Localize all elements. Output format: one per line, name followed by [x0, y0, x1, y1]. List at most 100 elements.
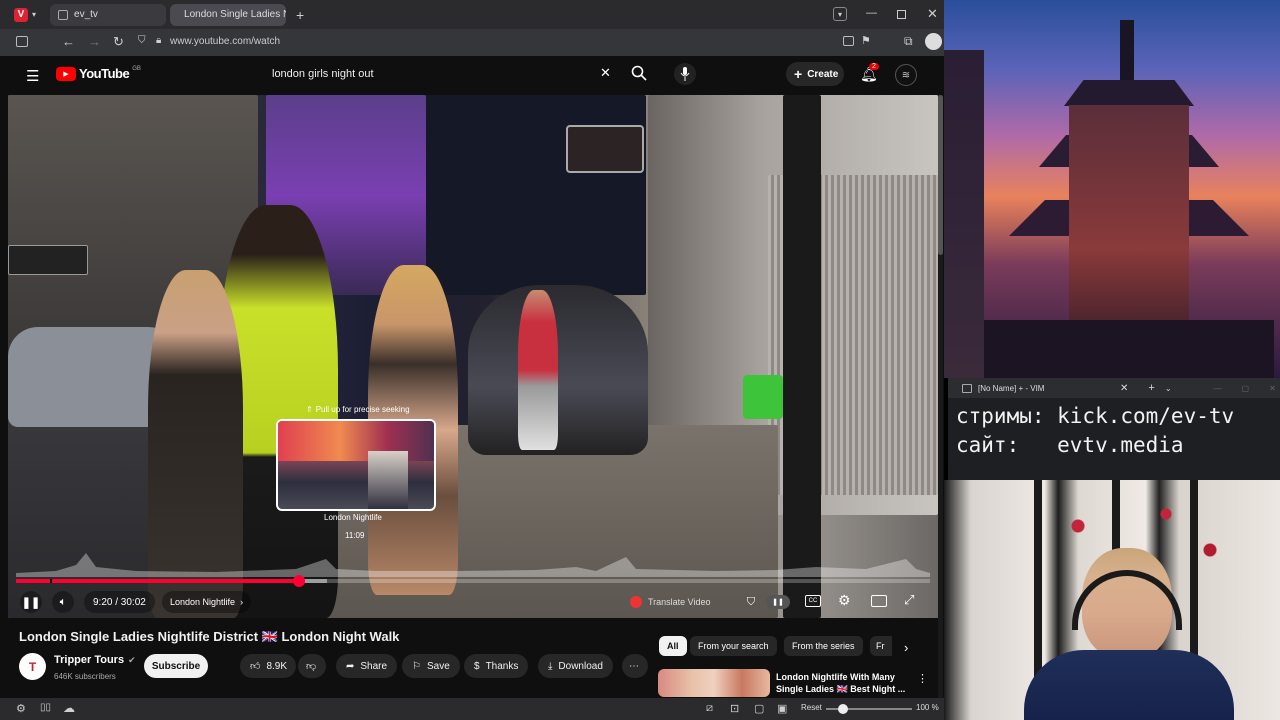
- channel-avatar[interactable]: T: [19, 653, 46, 680]
- fullscreen-icon[interactable]: ⤢: [904, 592, 914, 608]
- subscribe-label: Subscribe: [151, 660, 201, 672]
- tab-label: ev_tv: [74, 9, 98, 20]
- search-input[interactable]: london girls night out: [272, 68, 374, 80]
- pagoda-artwork: [944, 0, 1280, 378]
- zoom-reset-button[interactable]: Reset: [801, 703, 822, 712]
- download-icon: ⤓: [548, 660, 553, 672]
- vim-app-icon: [962, 383, 972, 393]
- thanks-icon: $: [474, 660, 480, 672]
- page-scrollbar[interactable]: [938, 95, 943, 698]
- subscribe-button[interactable]: Subscribe: [144, 654, 208, 678]
- create-label: Create: [807, 68, 839, 80]
- scrollbar-thumb[interactable]: [938, 95, 943, 255]
- more-actions-button[interactable]: ⋯: [622, 654, 648, 678]
- recommendation-title[interactable]: London Nightlife With Many Single Ladies…: [776, 671, 905, 695]
- progress-bar-track[interactable]: [16, 575, 930, 587]
- translate-video-button[interactable]: Translate Video: [630, 591, 711, 613]
- chevron-down-icon[interactable]: ▾: [32, 10, 36, 19]
- maximize-icon[interactable]: [897, 10, 906, 19]
- webcam-feed: [944, 480, 1280, 720]
- thanks-button[interactable]: $ Thanks: [464, 654, 529, 678]
- youtube-header: ☰ ▶ YouTube GB london girls night out ✕ …: [0, 56, 944, 94]
- settings-gear-icon[interactable]: ⚙: [838, 592, 851, 609]
- volume-button[interactable]: 🔈︎: [52, 591, 74, 613]
- pause-button[interactable]: ❚❚: [20, 591, 42, 613]
- vim-minimize-icon[interactable]: —: [1214, 384, 1222, 393]
- pagoda-left-tower: [944, 50, 984, 378]
- hover-preview-thumbnail: [276, 419, 436, 511]
- chapter-button[interactable]: London Nightlife ›: [162, 591, 252, 613]
- most-replayed-heatmap: [16, 553, 930, 577]
- capture-icon[interactable]: ⧄: [706, 702, 713, 715]
- tab-list-chevron-icon[interactable]: ▾: [833, 7, 847, 21]
- address-bar-row: ← → ↻ ⛉ 🔒︎ www.youtube.com/watch ⚑ ⧉: [0, 29, 944, 56]
- status-settings-icon[interactable]: ⚙: [16, 702, 26, 715]
- recommendation-thumbnail[interactable]: [658, 669, 770, 697]
- chip-from-series[interactable]: From the series: [784, 636, 863, 656]
- time-display-pill: 9:20 / 30:02: [84, 591, 155, 613]
- chips-next-icon[interactable]: ›: [904, 640, 908, 655]
- search-icon[interactable]: [630, 64, 648, 82]
- chip-from-search[interactable]: From your search: [690, 636, 777, 656]
- forward-icon[interactable]: →: [88, 34, 101, 49]
- tiling-icon[interactable]: ▢: [754, 702, 764, 715]
- like-button[interactable]: 👍︎ 8.9K: [240, 654, 296, 678]
- channel-avatar-icon[interactable]: ≋: [895, 64, 917, 86]
- status-window-icon[interactable]: ▯▯: [40, 702, 51, 713]
- vim-chevron-icon[interactable]: ⌄: [1165, 384, 1172, 393]
- bookmark-icon[interactable]: ⚑: [861, 34, 871, 47]
- vim-close-tab-icon[interactable]: ✕: [1120, 383, 1128, 394]
- panel-toggle-icon[interactable]: [16, 36, 28, 47]
- channel-name[interactable]: Tripper Tours: [54, 654, 124, 666]
- subscriber-count: 646K subscribers: [54, 672, 116, 681]
- minimize-icon[interactable]: —: [866, 7, 877, 19]
- scene-casino-sign: [8, 245, 88, 275]
- reader-view-icon[interactable]: [843, 36, 854, 46]
- recommendation-more-icon[interactable]: ⋮: [917, 672, 928, 685]
- plus-icon: +: [794, 66, 803, 82]
- youtube-logo[interactable]: ▶ YouTube GB: [56, 66, 141, 81]
- autoplay-toggle[interactable]: ❚❚: [766, 595, 790, 609]
- menu-icon[interactable]: ☰: [26, 67, 39, 85]
- save-button[interactable]: ⚐ Save: [402, 654, 460, 678]
- close-window-icon[interactable]: ✕: [927, 6, 938, 22]
- chip-more[interactable]: Fr: [870, 636, 892, 656]
- extensions-icon[interactable]: ⧉: [904, 34, 913, 49]
- chip-all[interactable]: All: [659, 636, 687, 656]
- vim-maximize-icon[interactable]: ▢: [1242, 384, 1250, 393]
- clear-search-icon[interactable]: ✕: [600, 65, 611, 81]
- tab-youtube-video[interactable]: London Single Ladies Nigh: [170, 3, 287, 26]
- page-actions-icon[interactable]: ⊡: [730, 702, 739, 715]
- microphone-icon[interactable]: [674, 63, 696, 85]
- zoom-slider[interactable]: [826, 704, 912, 714]
- zoom-slider-knob[interactable]: [838, 704, 848, 714]
- theater-mode-icon[interactable]: [871, 595, 887, 607]
- image-toggle-icon[interactable]: ▣: [777, 702, 787, 715]
- url-field[interactable]: www.youtube.com/watch: [170, 36, 280, 47]
- search-box[interactable]: london girls night out: [262, 60, 624, 88]
- sponsor-shield-icon[interactable]: ⛉: [742, 593, 760, 611]
- video-player[interactable]: ⇑ Pull up for precise seeking London Nig…: [8, 95, 938, 618]
- create-button[interactable]: + Create: [786, 62, 844, 86]
- chevron-right-icon: ›: [240, 597, 244, 607]
- translate-label: Translate Video: [648, 597, 711, 607]
- tab-favicon-icon: [58, 9, 69, 20]
- download-button[interactable]: ⤓ Download: [538, 654, 613, 678]
- captions-icon[interactable]: CC: [805, 595, 821, 607]
- vim-close-icon[interactable]: ✕: [1269, 384, 1276, 393]
- back-icon[interactable]: ←: [62, 34, 75, 49]
- dislike-button[interactable]: 👎︎: [298, 654, 326, 678]
- reload-icon[interactable]: ↻: [113, 34, 124, 50]
- preview-time: 11:09: [345, 531, 365, 540]
- download-label: Download: [558, 660, 603, 672]
- share-button[interactable]: ➦ Share: [336, 654, 398, 678]
- thanks-label: Thanks: [485, 660, 519, 672]
- profile-avatar-icon[interactable]: [925, 33, 942, 50]
- pagoda-base: [984, 320, 1274, 378]
- tab-ev-tv[interactable]: ev_tv: [50, 3, 167, 26]
- vivaldi-logo-icon[interactable]: V: [14, 7, 28, 22]
- vim-new-tab-icon[interactable]: +: [1148, 382, 1154, 394]
- cloud-sync-icon[interactable]: ☁: [63, 701, 75, 715]
- new-tab-icon[interactable]: +: [296, 7, 304, 23]
- shield-icon[interactable]: ⛉: [138, 35, 146, 46]
